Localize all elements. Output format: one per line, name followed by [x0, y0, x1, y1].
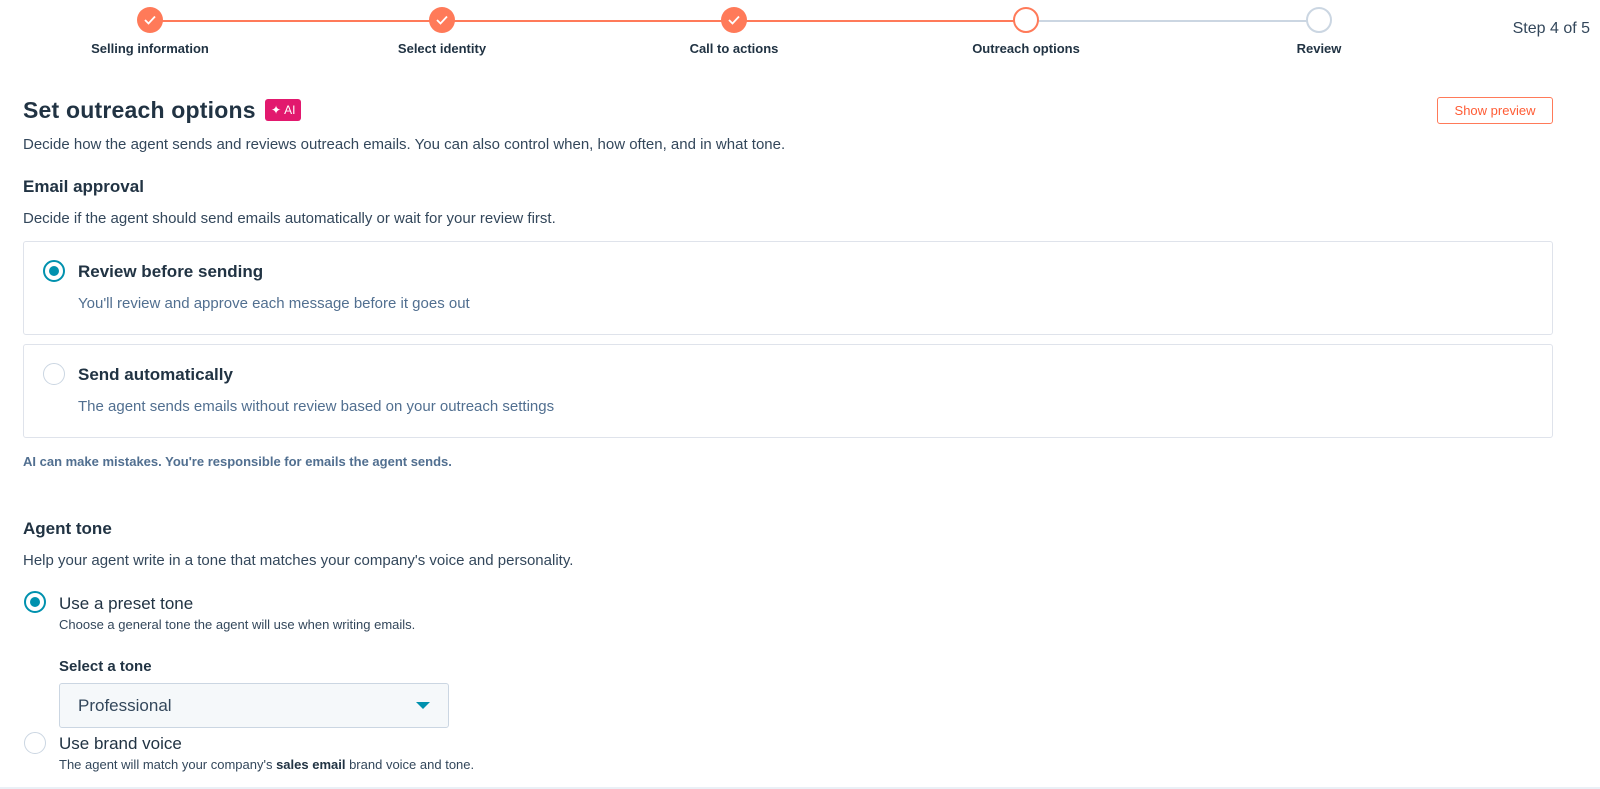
step-selling-information[interactable]: Selling information — [50, 7, 250, 56]
step-label: Call to actions — [689, 41, 779, 56]
agent-tone-description: Help your agent write in a tone that mat… — [23, 552, 574, 569]
step-select-identity[interactable]: Select identity — [342, 7, 542, 56]
brand-voice-help-emphasis: sales email — [276, 757, 346, 772]
step-counter: Step 4 of 5 — [1512, 20, 1590, 37]
brand-voice-help: The agent will match your company's sale… — [59, 757, 474, 772]
preset-tone-help: Choose a general tone the agent will use… — [59, 617, 416, 632]
option-description: You'll review and approve each message b… — [78, 295, 470, 312]
step-label: Selling information — [91, 41, 209, 56]
agent-tone-heading: Agent tone — [23, 519, 112, 538]
tone-select-value: Professional — [78, 695, 172, 715]
option-card-send-automatically[interactable]: Send automatically The agent sends email… — [23, 344, 1553, 438]
ai-badge: ✦ AI — [265, 99, 302, 121]
progress-stepper: Selling information Select identity Call… — [0, 0, 1600, 70]
preset-tone-label[interactable]: Use a preset tone — [59, 594, 193, 614]
ai-disclaimer: AI can make mistakes. You're responsible… — [23, 454, 452, 469]
option-title: Review before sending — [78, 262, 264, 281]
select-tone-label: Select a tone — [59, 658, 152, 675]
radio-use-preset-tone[interactable] — [24, 591, 46, 613]
brand-voice-help-suffix: brand voice and tone. — [345, 757, 475, 772]
page-title: Set outreach options — [23, 97, 256, 123]
checkmark-icon — [137, 7, 163, 33]
step-label: Outreach options — [972, 41, 1080, 56]
step-connector-done — [150, 20, 1026, 22]
email-approval-description: Decide if the agent should send emails a… — [23, 210, 556, 227]
tone-select-dropdown[interactable]: Professional — [59, 683, 449, 728]
show-preview-button[interactable]: Show preview — [1437, 97, 1553, 124]
checkmark-icon — [429, 7, 455, 33]
brand-voice-help-prefix: The agent will match your company's — [59, 757, 277, 772]
pending-step-indicator — [1306, 7, 1332, 33]
option-title: Send automatically — [78, 365, 233, 384]
radio-review-before-sending[interactable] — [43, 260, 65, 282]
step-outreach-options[interactable]: Outreach options — [926, 7, 1126, 56]
option-card-review-before-sending[interactable]: Review before sending You'll review and … — [23, 241, 1553, 335]
sparkle-icon: ✦ — [271, 103, 282, 117]
chevron-down-icon — [416, 702, 430, 709]
checkmark-icon — [721, 7, 747, 33]
step-label: Select identity — [397, 41, 487, 56]
ai-badge-label: AI — [284, 103, 296, 117]
current-step-indicator — [1013, 7, 1039, 33]
step-label: Review — [1296, 41, 1342, 56]
page-subtitle: Decide how the agent sends and reviews o… — [23, 136, 786, 153]
step-review[interactable]: Review — [1219, 7, 1419, 56]
radio-send-automatically[interactable] — [43, 363, 65, 385]
brand-voice-label[interactable]: Use brand voice — [59, 734, 182, 754]
email-approval-heading: Email approval — [23, 177, 144, 196]
radio-use-brand-voice[interactable] — [24, 732, 46, 754]
option-description: The agent sends emails without review ba… — [78, 398, 555, 415]
step-call-to-actions[interactable]: Call to actions — [634, 7, 834, 56]
